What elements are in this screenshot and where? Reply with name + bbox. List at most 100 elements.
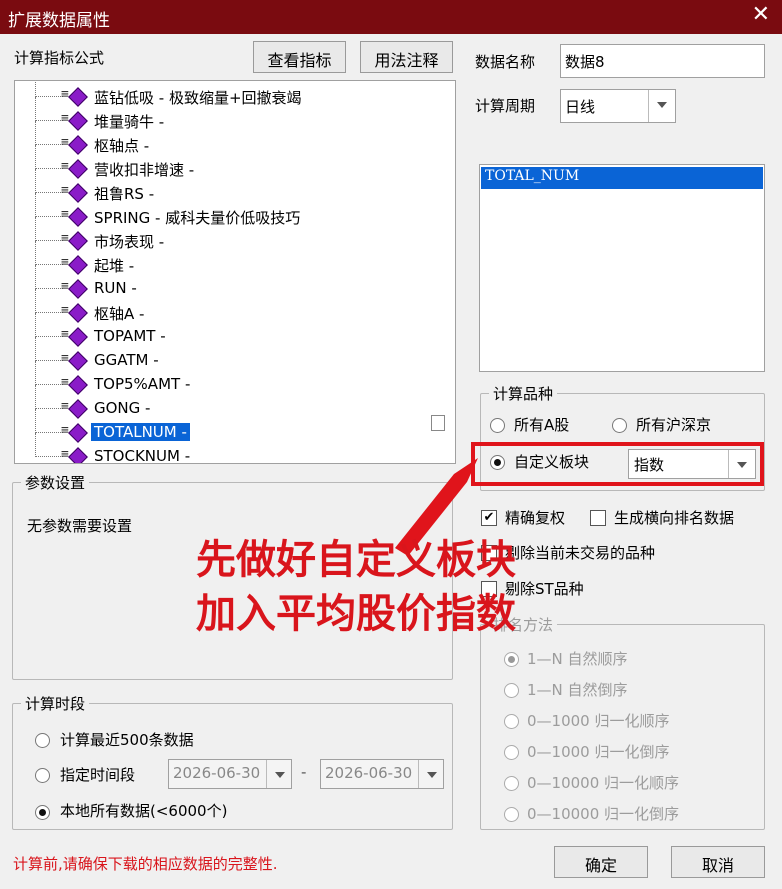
tree-item[interactable]: ≡ TOP5%AMT - (15, 361, 455, 397)
tree-item[interactable]: ≡ GONG - (15, 385, 455, 421)
rank-method-radio[interactable] (504, 714, 519, 729)
tree-item[interactable]: ≡ TOPAMT - (15, 313, 455, 349)
end-date-picker[interactable]: 2026-06-30 (320, 759, 444, 789)
formula-glyph-icon: ≡ (61, 87, 69, 102)
tree-line (35, 216, 63, 217)
local-all-label: 本地所有数据(<6000个) (60, 802, 228, 820)
tree-item[interactable]: ≡ SPRING - 威科夫量价低吸技巧 (15, 193, 455, 229)
tree-line (35, 385, 36, 409)
formula-glyph-icon: ≡ (61, 327, 69, 342)
formula-diamond-icon (68, 375, 88, 395)
specify-label: 指定时间段 (60, 766, 136, 784)
output-list[interactable]: TOTAL_NUM (479, 164, 765, 372)
tree-item-label: 起堆 - (94, 257, 135, 275)
formula-glyph-icon: ≡ (61, 207, 69, 222)
highlight-box (471, 442, 764, 486)
ranking-label: 生成横向排名数据 (614, 509, 735, 527)
tree-item[interactable]: ≡ 市场表现 - (15, 217, 455, 253)
chevron-down-icon[interactable] (648, 90, 675, 122)
tree-item-label: 市场表现 - (94, 233, 165, 251)
tree-scroll-box[interactable] (431, 415, 445, 431)
formula-tree[interactable]: ≡ 蓝钻低吸 - 极致缩量+回撤衰竭 ≡ 堆量骑牛 - ≡ 枢轴点 - ≡ 营收扣非增速 - ≡… (14, 80, 456, 464)
cancel-button[interactable]: 取消 (671, 846, 765, 878)
tree-line (35, 264, 63, 265)
tree-line (35, 120, 63, 121)
tree-item[interactable]: ≡ TOTALNUM - (15, 409, 455, 445)
tree-item-label: 蓝钻低吸 - 极致缩量+回撤衰竭 (94, 89, 302, 107)
rank-method-option: 0—1000 归一化倒序 (527, 743, 670, 761)
formula-glyph-icon: ≡ (61, 159, 69, 174)
tree-line (35, 169, 36, 193)
tree-item[interactable]: ≡ 祖鲁RS - (15, 169, 455, 205)
formula-diamond-icon (68, 399, 88, 419)
tree-item[interactable]: ≡ RUN - (15, 265, 455, 301)
rank-method-option: 0—10000 归一化顺序 (527, 774, 680, 792)
rank-method-radio[interactable] (504, 745, 519, 760)
tree-item-label: 枢轴点 - (94, 137, 150, 155)
radio-all-a[interactable] (490, 418, 505, 433)
period-label: 计算周期 (475, 97, 536, 115)
formula-glyph-icon: ≡ (61, 399, 69, 414)
tree-item[interactable]: ≡ 营收扣非增速 - (15, 145, 455, 181)
tree-item-label: TOPAMT - (94, 327, 166, 345)
formula-diamond-icon (68, 303, 88, 323)
rank-method-radio[interactable] (504, 683, 519, 698)
radio-recent[interactable] (35, 733, 50, 748)
period-select[interactable]: 日线 (560, 89, 676, 123)
precise-checkbox[interactable]: ✔ (481, 510, 497, 526)
tree-item-label: 枢轴A - (94, 305, 145, 323)
view-indicator-button[interactable]: 查看指标 (253, 41, 346, 73)
radio-specify[interactable] (35, 768, 50, 783)
formula-diamond-icon (68, 327, 88, 347)
tree-line (35, 360, 63, 361)
rank-method-radio[interactable] (504, 807, 519, 822)
formula-glyph-icon: ≡ (61, 111, 69, 126)
ok-button[interactable]: 确定 (554, 846, 648, 878)
tree-item[interactable]: ≡ 起堆 - (15, 241, 455, 277)
usage-notes-button[interactable]: 用法注释 (360, 41, 453, 73)
chevron-down-icon[interactable] (266, 760, 291, 788)
date-dash: - (301, 763, 307, 781)
formula-glyph-icon: ≡ (61, 303, 69, 318)
tree-item-label: SPRING - 威科夫量价低吸技巧 (94, 209, 301, 227)
close-icon[interactable]: ✕ (752, 2, 770, 27)
tree-item-label: 祖鲁RS - (94, 185, 155, 203)
data-name-input[interactable]: 数据8 (560, 44, 765, 78)
tree-item[interactable]: ≡ GGATM - (15, 337, 455, 373)
rank-method-option: 1—N 自然顺序 (527, 650, 628, 668)
tree-line (35, 217, 36, 241)
chevron-down-icon[interactable] (418, 760, 443, 788)
formula-diamond-icon (68, 135, 88, 155)
rank-method-radio[interactable] (504, 652, 519, 667)
radio-local-all[interactable] (35, 805, 50, 820)
formula-glyph-icon: ≡ (61, 183, 69, 198)
formula-diamond-icon (68, 111, 88, 131)
tree-line (35, 168, 63, 169)
rank-method-option: 1—N 自然倒序 (527, 681, 628, 699)
tree-item[interactable]: ≡ 蓝钻低吸 - 极致缩量+回撤衰竭 (15, 81, 455, 109)
annotation-line-1: 先做好自定义板块 (196, 537, 516, 583)
tree-item[interactable]: ≡ 堆量骑牛 - (15, 97, 455, 133)
formula-diamond-icon (68, 183, 88, 203)
tree-item-label: TOTALNUM - (91, 423, 190, 441)
formula-diamond-icon (68, 423, 88, 443)
formula-glyph-icon: ≡ (61, 135, 69, 150)
radio-all-hs[interactable] (612, 418, 627, 433)
formula-diamond-icon (68, 231, 88, 251)
tree-item[interactable]: ≡ 枢轴点 - (15, 121, 455, 157)
formula-diamond-icon (68, 447, 88, 463)
ranking-checkbox[interactable] (590, 510, 606, 526)
rank-method-radio[interactable] (504, 776, 519, 791)
title-bar: 扩展数据属性 ✕ (0, 0, 782, 34)
tree-item-label: GGATM - (94, 351, 159, 369)
tree-line (35, 289, 36, 313)
precise-label: 精确复权 (505, 509, 566, 527)
period-range-label: 计算时段 (21, 693, 90, 714)
tree-line (35, 337, 36, 361)
output-item-selected[interactable]: TOTAL_NUM (481, 167, 763, 189)
tree-item[interactable]: ≡ STOCKNUM - (15, 433, 455, 463)
formula-glyph-icon: ≡ (61, 423, 69, 438)
start-date-picker[interactable]: 2026-06-30 (168, 759, 292, 789)
tree-item[interactable]: ≡ 枢轴A - (15, 289, 455, 325)
tree-line (35, 288, 63, 289)
